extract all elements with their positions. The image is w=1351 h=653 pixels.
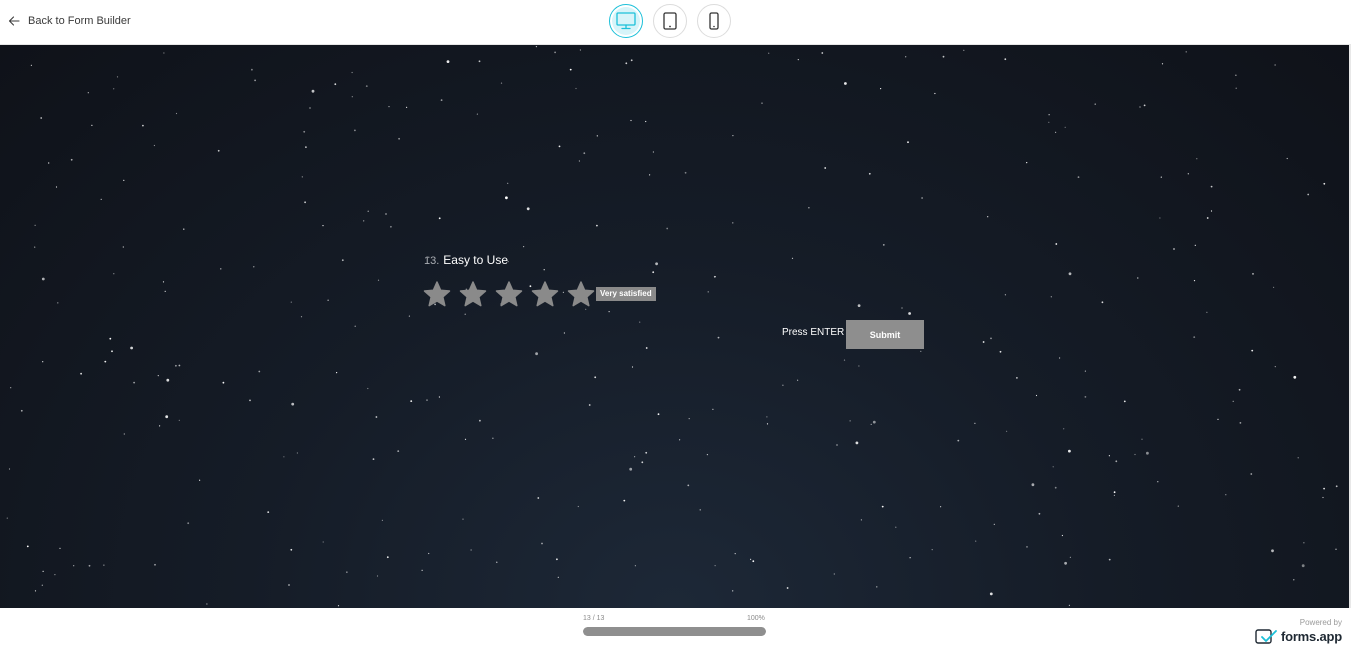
- mobile-preview-button[interactable]: [697, 4, 731, 38]
- brand-name: forms.app: [1280, 629, 1342, 644]
- forms-app-logo-icon: [1255, 629, 1277, 644]
- back-link-label: Back to Form Builder: [28, 15, 131, 27]
- question-number: 13.: [424, 255, 440, 267]
- progress-bar-fill: [583, 627, 766, 636]
- device-preview-switch: [609, 4, 731, 38]
- tablet-icon: [663, 12, 677, 30]
- star-icon[interactable]: [422, 280, 452, 308]
- starfield-background: [6, 46, 1338, 607]
- monitor-icon: [616, 12, 636, 30]
- phone-icon: [709, 12, 719, 30]
- star-icon[interactable]: [458, 280, 488, 308]
- top-bar: Back to Form Builder: [0, 0, 1351, 45]
- rating-hover-label: Very satisfied: [596, 287, 656, 301]
- press-enter-hint: Press ENTER: [782, 327, 845, 338]
- question-title: Easy to Use: [443, 253, 508, 267]
- star-icon[interactable]: [566, 280, 596, 308]
- progress-percent: 100%: [747, 615, 765, 622]
- progress-bar: [583, 627, 766, 636]
- progress-counter: 13 / 13: [583, 615, 605, 622]
- question-heading: 13. Easy to Use: [424, 253, 508, 267]
- star-icon[interactable]: [530, 280, 560, 308]
- tablet-preview-button[interactable]: [653, 4, 687, 38]
- desktop-preview-button[interactable]: [609, 4, 643, 38]
- powered-by-label: Powered by: [1299, 618, 1342, 627]
- arrow-left-icon: [8, 16, 20, 26]
- star-icon[interactable]: [494, 280, 524, 308]
- submit-button[interactable]: Submit: [846, 320, 924, 349]
- powered-by-badge[interactable]: Powered by forms.app: [1255, 618, 1342, 645]
- form-preview-stage: 13. Easy to Use Very satisfied Press ENT…: [0, 45, 1349, 608]
- footer-bar: 13 / 13 100% Powered by forms.app: [0, 608, 1351, 653]
- star-rating: Very satisfied: [422, 280, 656, 308]
- back-to-form-builder-link[interactable]: Back to Form Builder: [8, 11, 131, 31]
